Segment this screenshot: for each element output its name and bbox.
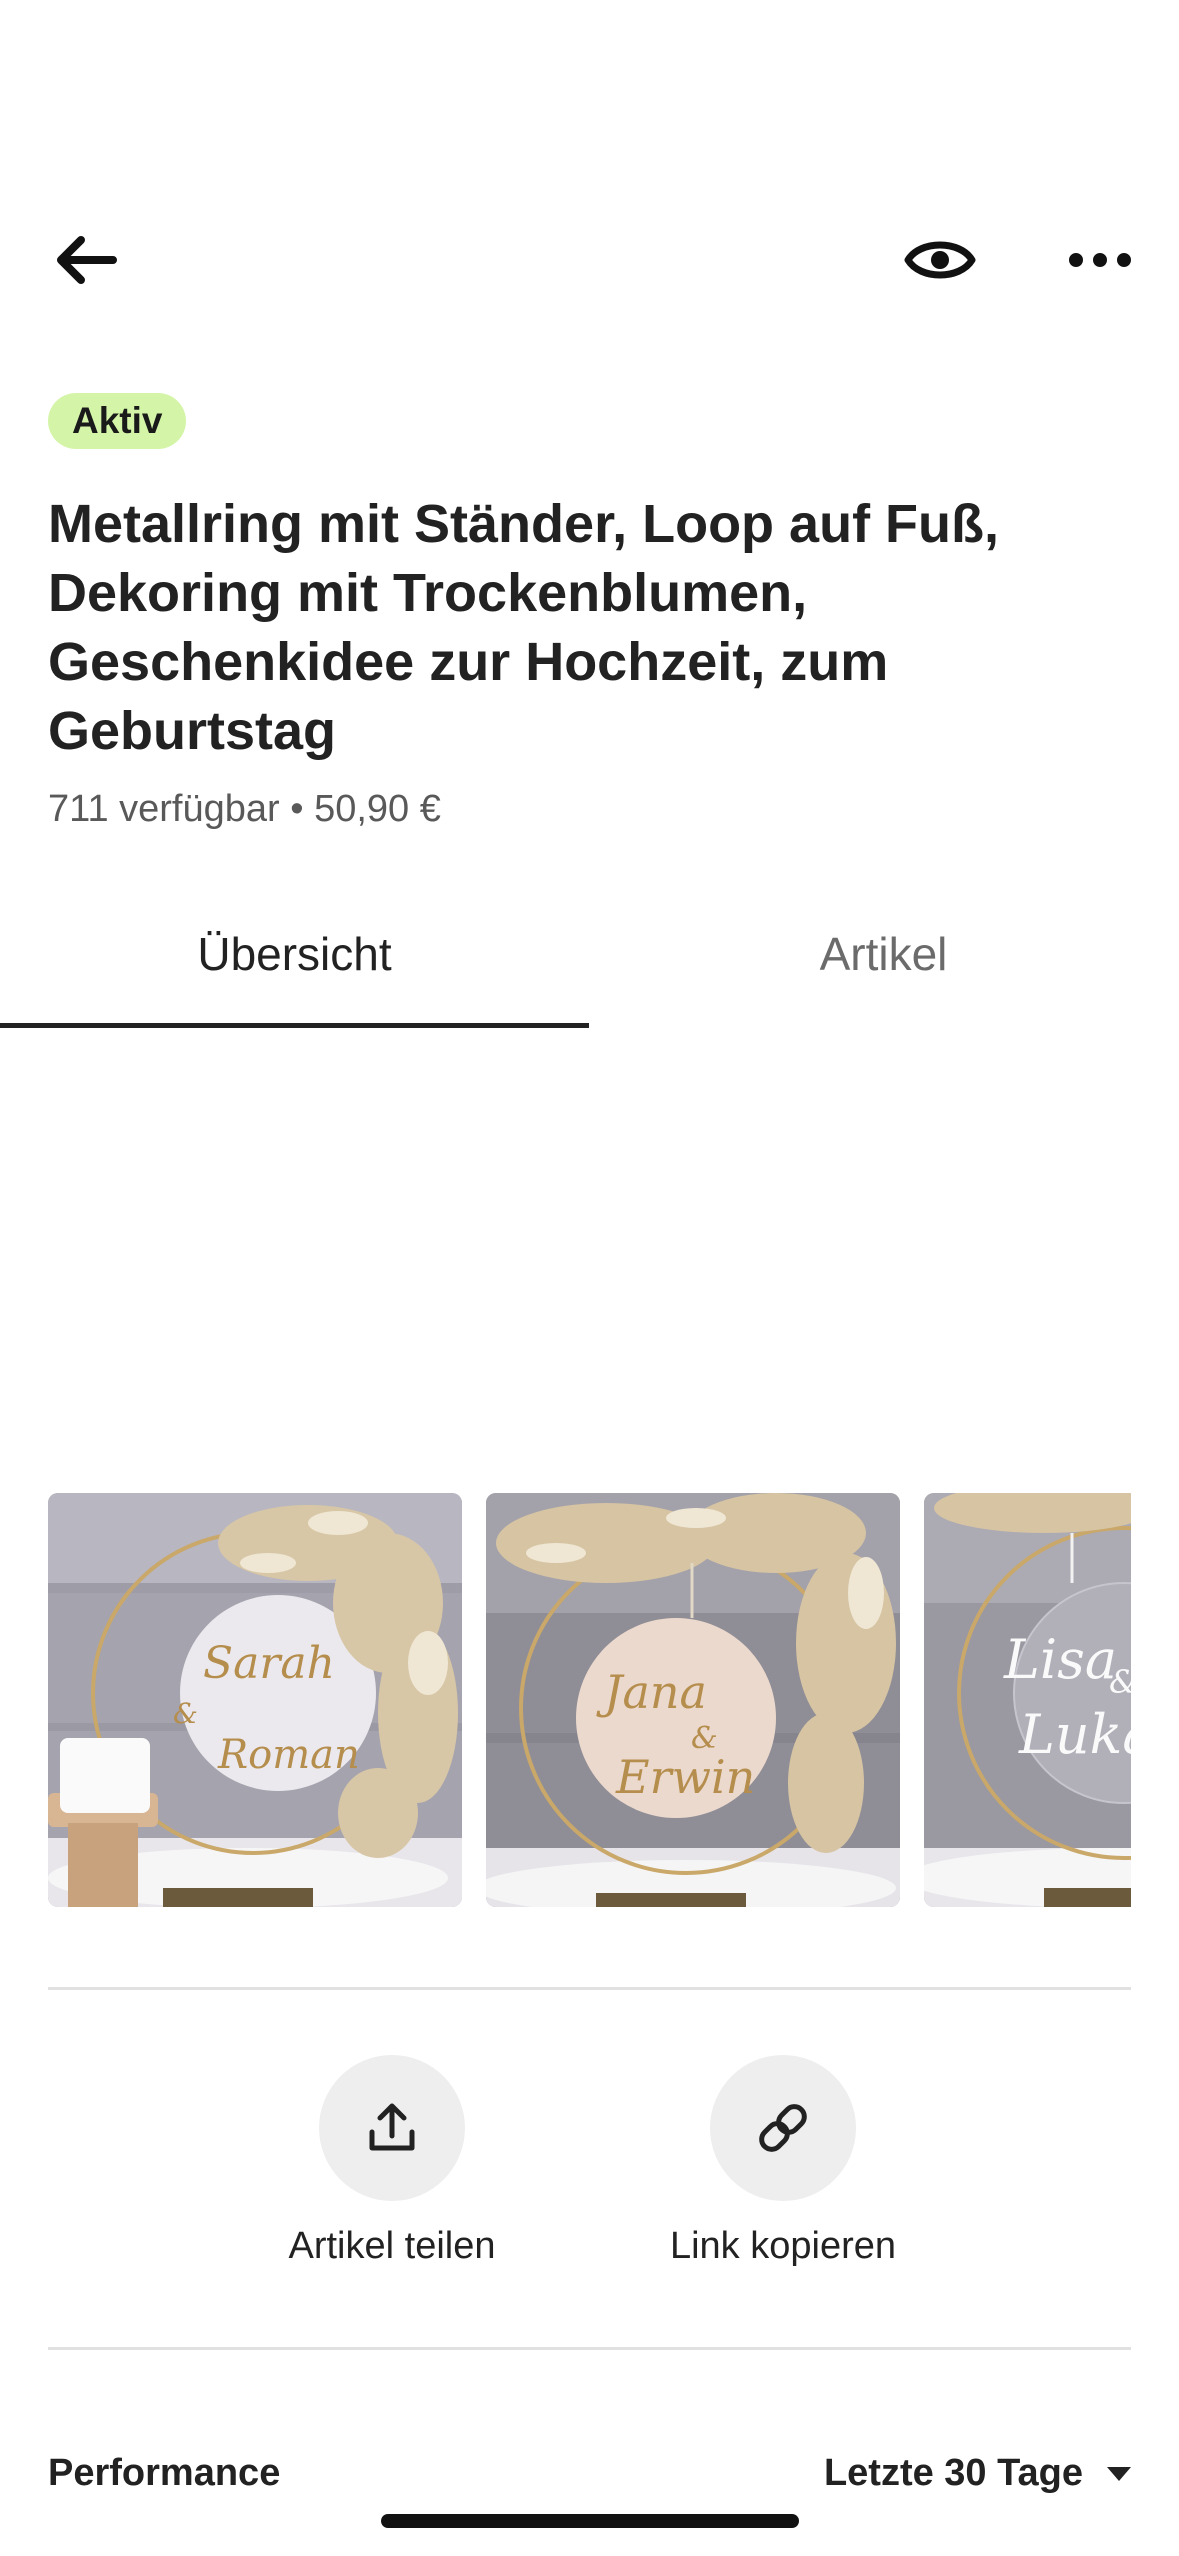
top-bar bbox=[0, 0, 1179, 340]
arrow-left-icon bbox=[57, 236, 117, 284]
sign-text-1: Jana bbox=[596, 1665, 707, 1719]
eye-icon bbox=[904, 241, 976, 279]
sign-text-1: Sarah bbox=[203, 1638, 335, 1689]
image-gallery[interactable]: Sarah & Roman Jana & Erwin Lisa Luk bbox=[48, 1493, 1131, 1907]
link-icon bbox=[759, 2104, 807, 2152]
listing-meta: 711 verfügbar • 50,90 € bbox=[48, 788, 441, 830]
gallery-image[interactable]: Sarah & Roman bbox=[48, 1493, 462, 1907]
caret-down-icon bbox=[1107, 2466, 1131, 2481]
listing-title: Metallring mit Ständer, Loop auf Fuß, De… bbox=[48, 494, 1000, 761]
gallery-image[interactable]: Lisa & Luka bbox=[924, 1493, 1131, 1907]
active-tab-indicator bbox=[0, 1023, 589, 1028]
tab-overview[interactable]: Übersicht bbox=[0, 880, 589, 1028]
more-horizontal-icon bbox=[1069, 253, 1131, 267]
share-item-label: Artikel teilen bbox=[288, 2225, 496, 2267]
share-upload-icon bbox=[369, 2103, 415, 2151]
share-item-button[interactable] bbox=[319, 2055, 465, 2201]
sign-text-2: Erwin bbox=[615, 1750, 755, 1804]
sign-amp-1: & bbox=[173, 1697, 198, 1730]
sign-text-2: Roman bbox=[217, 1732, 360, 1778]
date-range-select[interactable]: Letzte 30 Tage bbox=[824, 2452, 1133, 2495]
copy-link-label: Link kopieren bbox=[669, 2225, 897, 2267]
gallery-image[interactable]: Jana & Erwin bbox=[486, 1493, 900, 1907]
preview-button[interactable] bbox=[890, 220, 990, 300]
copy-link-button[interactable] bbox=[710, 2055, 856, 2201]
date-range-value: Letzte 30 Tage bbox=[823, 2452, 1083, 2494]
back-button[interactable] bbox=[40, 220, 130, 300]
share-item-action[interactable]: Artikel teilen bbox=[272, 2055, 512, 2268]
divider bbox=[48, 2347, 1131, 2350]
sign-text-1: Lisa bbox=[1003, 1628, 1117, 1691]
more-options-button[interactable] bbox=[1050, 220, 1150, 300]
tab-items[interactable]: Artikel bbox=[589, 880, 1178, 1028]
divider bbox=[48, 1987, 1131, 1990]
performance-title: Performance bbox=[48, 2452, 281, 2494]
copy-link-action[interactable]: Link kopieren bbox=[663, 2055, 903, 2268]
home-indicator bbox=[381, 2514, 799, 2528]
sign-amp-3: & bbox=[1109, 1663, 1131, 1701]
tab-bar: Übersicht Artikel bbox=[0, 880, 1179, 1030]
status-badge: Aktiv bbox=[48, 393, 187, 449]
sign-text-2: Luka bbox=[1018, 1703, 1131, 1766]
